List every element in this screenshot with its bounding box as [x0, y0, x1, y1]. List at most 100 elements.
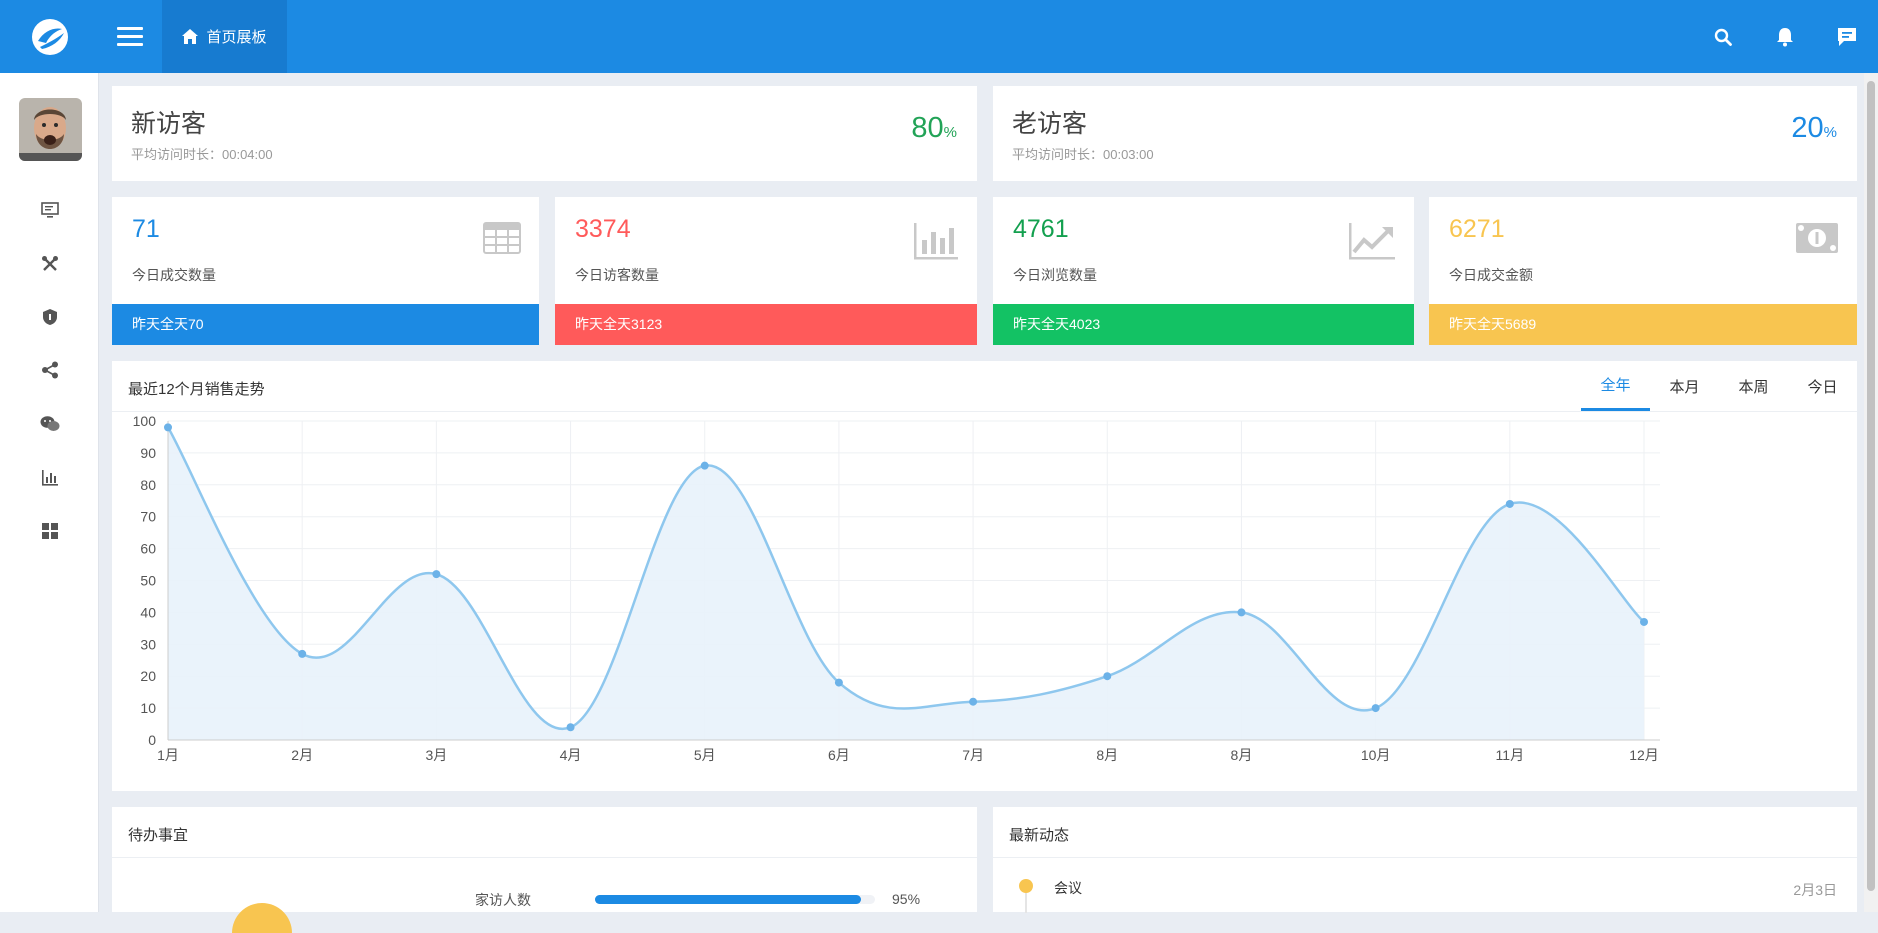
data-point [700, 461, 709, 470]
y-tick-label: 20 [140, 668, 156, 684]
menu-toggle-button[interactable] [110, 20, 150, 52]
data-point [969, 697, 978, 706]
stat-label: 今日访客数量 [575, 267, 659, 283]
progress-value: 95% [892, 891, 921, 907]
data-point [164, 423, 172, 432]
x-tick-label: 2月 [291, 747, 313, 763]
x-tick-label: 8月 [1096, 747, 1118, 763]
message-button[interactable] [1816, 0, 1878, 73]
data-point [834, 678, 843, 687]
stat-card-amount: 6271 今日成交金额 昨天全天5689 [1429, 197, 1857, 345]
x-tick-label: 5月 [694, 747, 716, 763]
sidebar-item-share[interactable] [0, 350, 99, 390]
visitor-percent: 20% [1791, 112, 1837, 144]
trend-up-icon [1348, 222, 1396, 265]
stat-value: 6271 [1449, 215, 1505, 243]
tools-icon [41, 256, 58, 271]
x-tick-label: 10月 [1361, 747, 1391, 763]
y-tick-label: 90 [140, 445, 156, 461]
y-tick-label: 40 [140, 604, 156, 620]
panel-title: 最近12个月销售走势 [128, 381, 265, 398]
page-scrollbar[interactable] [1864, 73, 1878, 912]
tab-home[interactable]: 首页展板 [162, 0, 287, 73]
sidebar-item-tools[interactable] [0, 244, 99, 284]
todo-gauge [232, 903, 292, 933]
data-point [1237, 608, 1246, 617]
bell-icon [1777, 27, 1793, 46]
stat-label: 今日成交数量 [132, 267, 216, 283]
logo-icon [32, 18, 68, 55]
bar-chart-icon [41, 470, 58, 486]
y-tick-label: 80 [140, 477, 156, 493]
stat-label: 今日浏览数量 [1013, 267, 1097, 283]
y-tick-label: 60 [140, 541, 156, 557]
x-tick-label: 12月 [1629, 747, 1659, 763]
data-point [1103, 672, 1112, 681]
stat-value: 3374 [575, 215, 631, 243]
message-icon [1838, 27, 1856, 46]
search-button[interactable] [1692, 0, 1754, 73]
data-point [566, 723, 575, 732]
sidebar-item-wechat[interactable] [0, 404, 99, 444]
stat-card-views: 4761 今日浏览数量 昨天全天4023 [993, 197, 1414, 345]
stat-footer: 昨天全天3123 [555, 304, 977, 345]
progress-fill [595, 895, 861, 904]
y-tick-label: 100 [133, 413, 157, 429]
logo[interactable] [0, 0, 100, 73]
money-icon [1795, 222, 1839, 259]
monitor-icon [40, 202, 59, 218]
tab-year[interactable]: 全年 [1581, 361, 1650, 411]
x-tick-label: 3月 [425, 747, 447, 763]
sales-trend-panel: 最近12个月销售走势 全年 本月 本周 今日 0 10 20 30 40 50 60 70 80… [112, 361, 1857, 791]
sidebar-item-security[interactable] [0, 297, 99, 337]
sidebar-item-dashboard[interactable] [0, 511, 99, 551]
notification-button[interactable] [1754, 0, 1816, 73]
stat-footer: 昨天全天70 [112, 304, 539, 345]
timeline-dot [1019, 879, 1033, 893]
stat-label: 今日成交金额 [1449, 267, 1533, 283]
news-item-date: 2月3日 [1793, 882, 1837, 898]
progress-label: 家访人数 [475, 892, 531, 908]
stat-value: 4761 [1013, 215, 1069, 243]
series-area [168, 427, 1644, 740]
news-item-title[interactable]: 会议 [1054, 878, 1082, 898]
share-icon [41, 361, 58, 379]
stat-card-deals: 71 今日成交数量 昨天全天70 [112, 197, 539, 345]
shield-icon [42, 309, 57, 325]
news-panel: 最新动态 会议 2月3日 [993, 807, 1857, 913]
x-tick-label: 11月 [1496, 747, 1525, 763]
sidebar-item-statistics[interactable] [0, 457, 99, 497]
returning-visitor-card: 老访客 平均访问时长：00:03:00 20% [993, 86, 1857, 181]
todo-progress-row: 家访人数 95% [475, 890, 925, 910]
stat-card-visitors: 3374 今日访客数量 昨天全天3123 [555, 197, 977, 345]
sidebar [0, 73, 99, 912]
visitor-subtitle: 平均访问时长：00:03:00 [1012, 147, 1154, 162]
visitor-title: 老访客 [1012, 110, 1088, 138]
tab-month[interactable]: 本月 [1650, 361, 1719, 411]
avatar[interactable] [19, 98, 82, 161]
search-icon [1714, 28, 1732, 46]
period-tabs: 全年 本月 本周 今日 [1581, 361, 1857, 411]
sales-trend-chart: 0 10 20 30 40 50 60 70 80 90 100 1月 2月 3月 4月 5月 6月 7月 8月 8月… [133, 413, 1660, 763]
y-tick-label: 50 [140, 573, 156, 589]
panel-title: 最新动态 [1009, 827, 1070, 844]
tab-week[interactable]: 本周 [1719, 361, 1788, 411]
stat-value: 71 [132, 215, 160, 243]
y-tick-label: 0 [148, 732, 156, 748]
data-point [432, 570, 441, 579]
visitor-subtitle: 平均访问时长：00:04:00 [131, 147, 273, 162]
grid-icon [41, 523, 58, 539]
top-bar: 首页展板 [0, 0, 1878, 73]
data-point [1371, 704, 1380, 713]
avatar-image [19, 98, 82, 161]
scrollbar-thumb[interactable] [1867, 81, 1875, 891]
stat-footer: 昨天全天4023 [993, 304, 1414, 345]
stat-footer: 昨天全天5689 [1429, 304, 1857, 345]
sidebar-item-monitor[interactable] [0, 190, 99, 230]
data-point [1505, 499, 1514, 508]
y-tick-label: 30 [140, 636, 156, 652]
y-tick-label: 70 [140, 509, 156, 525]
timeline-line [1025, 893, 1027, 913]
tab-today[interactable]: 今日 [1788, 361, 1857, 411]
new-visitor-card: 新访客 平均访问时长：00:04:00 80% [112, 86, 977, 181]
